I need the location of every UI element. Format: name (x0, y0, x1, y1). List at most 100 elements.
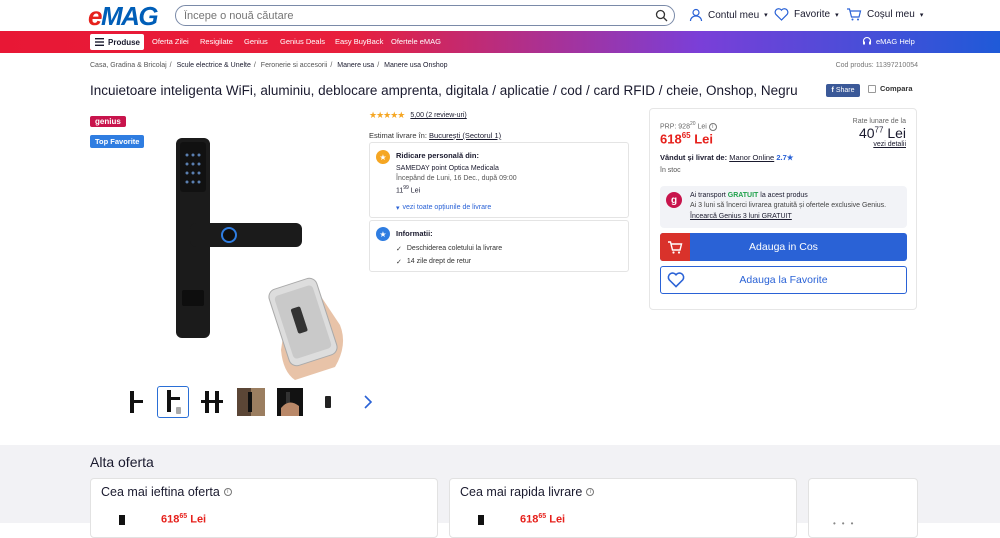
info-box: ★ Informatii: ✓ Deschiderea coletului la … (369, 220, 629, 272)
add-to-favorites-button[interactable]: Adauga la Favorite (660, 266, 907, 294)
installment-value: 4077 Lei (853, 125, 906, 141)
genius-line-1: Ai transport GRATUIT la acest produs (690, 192, 808, 199)
pickup-date: Începând de Luni, 16 Dec., după 09:00 (396, 175, 517, 182)
offer-thumbnail (478, 515, 484, 525)
breadcrumb-item[interactable]: Casa, Gradina & Bricolaj (90, 62, 167, 69)
favorites-link[interactable]: Favorite ▾ (774, 8, 839, 21)
info-title: Informatii: (396, 229, 433, 238)
info-item: ✓ Deschiderea coletului la livrare (396, 245, 502, 253)
thumbnail[interactable] (196, 386, 228, 418)
pickup-title: Ridicare personală din: (396, 151, 479, 160)
user-icon (689, 8, 703, 22)
thumbnail[interactable] (118, 386, 150, 418)
offer-card-more[interactable]: ••• (808, 478, 918, 538)
search-icon[interactable] (655, 9, 668, 27)
pickup-point: SAMEDAY point Optica Medicala (396, 165, 499, 172)
price-currency: Lei (694, 131, 714, 147)
product-image[interactable] (90, 110, 355, 380)
pickup-box: ★ Ridicare personală din: SAMEDAY point … (369, 142, 629, 218)
prp-decimals: 20 (689, 121, 696, 127)
nav-item-oferta-zilei[interactable]: Oferta Zilei (152, 37, 189, 46)
chevron-down-icon: ▾ (396, 205, 400, 212)
compare-checkbox[interactable] (868, 84, 876, 93)
thumbnail[interactable] (274, 386, 306, 418)
info-item: ✓ 14 zile drept de retur (396, 258, 471, 266)
delivery-options-link[interactable]: ▾ vezi toate opțiunile de livrare (396, 204, 491, 212)
check-icon: ✓ (396, 259, 402, 266)
genius-text: la acest produs (758, 192, 808, 199)
seller-rating: 2.7 (776, 153, 787, 162)
search-input[interactable] (184, 8, 654, 23)
nav-item-resigilate[interactable]: Resigilate (200, 37, 233, 46)
pickup-price: 1199 Lei (396, 185, 420, 194)
heart-icon (774, 8, 789, 21)
price-decimals: 65 (681, 131, 691, 140)
installment-int: 40 (858, 125, 875, 141)
genius-trial-link[interactable]: Încearcă Genius 3 luni GRATUIT (690, 213, 792, 220)
dots-icon: ••• (833, 519, 860, 528)
installments: Rate lunare de la 4077 Lei vezi detalii (853, 118, 906, 148)
chevron-down-icon: ▾ (919, 11, 924, 19)
thumbnail[interactable] (235, 386, 267, 418)
add-to-cart-button[interactable]: Adauga in Cos (660, 233, 907, 261)
cart-link[interactable]: Coșul meu ▾ (846, 8, 923, 21)
offer-title-text: Cea mai ieftina oferta (101, 485, 220, 499)
facebook-share-button[interactable]: f Share (826, 84, 860, 97)
check-icon: ✓ (396, 246, 402, 253)
offer-price-decimals: 65 (179, 513, 188, 520)
delivery-location-link[interactable]: București (Sectorul 1) (429, 131, 501, 140)
products-menu-button[interactable]: Produse (90, 34, 144, 50)
genius-text: Ai transport (690, 192, 728, 199)
info-item-label: 14 zile drept de retur (406, 258, 472, 265)
share-label: Share (835, 87, 855, 94)
installments-details-link[interactable]: vezi detalii (853, 141, 906, 148)
headset-icon (862, 36, 872, 45)
seller-info: Vândut și livrat de: Manor Online 2.7★ (660, 153, 794, 162)
offer-card-cheapest[interactable]: Cea mai ieftina oferta i 61865 Lei (90, 478, 438, 538)
info-item-label: Deschiderea coletului la livrare (406, 245, 503, 252)
search-bar[interactable] (175, 5, 675, 26)
thumbnail-selected[interactable] (157, 386, 189, 418)
nav-item-genius[interactable]: Genius (244, 37, 268, 46)
product-code: Cod produs: 11397210054 (835, 62, 918, 69)
nav-item-easy-buyback[interactable]: Easy BuyBack (335, 37, 383, 46)
price: 61865 Lei (660, 131, 713, 146)
genius-icon: g (666, 192, 682, 208)
pickup-price-dec: 99 (403, 185, 409, 191)
delivery-options-label: vezi toate opțiunile de livrare (402, 204, 492, 211)
help-link[interactable]: eMAG Help (862, 36, 915, 46)
emag-logo[interactable]: eMAG (88, 3, 159, 29)
review-link[interactable]: 5,00 (2 review-uri) (410, 112, 466, 119)
products-label: Produse (108, 37, 141, 47)
add-to-favorites-label: Adauga la Favorite (739, 274, 828, 286)
nav-item-ofertele-emag[interactable]: Ofertele eMAG (391, 37, 441, 46)
breadcrumb-item[interactable]: Manere usa Onshop (384, 62, 447, 69)
nav-item-genius-deals[interactable]: Genius Deals (280, 37, 325, 46)
breadcrumb-item[interactable]: Manere usa (337, 62, 374, 69)
genius-free: GRATUIT (727, 192, 759, 199)
offer-title-text: Cea mai rapida livrare (460, 485, 583, 499)
cart-label: Coșul meu (867, 9, 915, 20)
genius-badge: genius (90, 116, 126, 127)
compare-toggle[interactable]: Compara (868, 84, 913, 93)
prp-currency: Lei (697, 123, 707, 131)
account-link[interactable]: Contul meu ▾ (689, 8, 768, 22)
chevron-down-icon: ▾ (764, 12, 768, 19)
chevron-right-icon[interactable] (352, 386, 384, 418)
seller-link[interactable]: Manor Online (729, 153, 774, 162)
info-icon[interactable]: i (223, 488, 232, 496)
breadcrumb-item[interactable]: Scule electrice & Unelte (177, 62, 251, 69)
chevron-down-icon: ▾ (835, 11, 839, 19)
pickup-price-currency: Lei (410, 187, 421, 195)
star-icon: ★ (376, 150, 390, 164)
info-icon[interactable]: i (586, 488, 595, 496)
thumbnail[interactable] (313, 386, 345, 418)
offer-card-fastest[interactable]: Cea mai rapida livrare i 61865 Lei (449, 478, 797, 538)
breadcrumb: Casa, Gradina & Bricolaj / Scule electric… (90, 62, 448, 69)
compare-label: Compara (880, 84, 913, 93)
offer-price-currency: Lei (549, 513, 566, 526)
genius-promo: g Ai transport GRATUIT la acest produs A… (660, 186, 907, 228)
installment-currency: Lei (887, 125, 906, 141)
star-icon: ★ (376, 227, 390, 241)
breadcrumb-item[interactable]: Feronerie si accesorii (261, 62, 328, 69)
